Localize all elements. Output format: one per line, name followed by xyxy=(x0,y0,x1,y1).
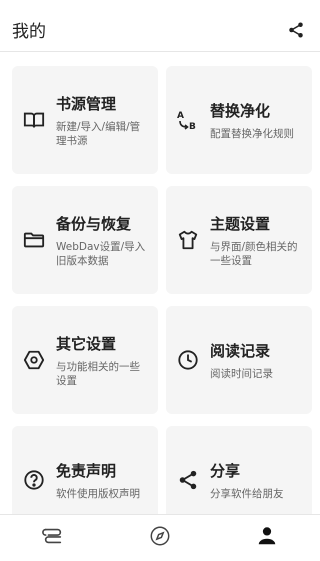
card-reading-record[interactable]: 阅读记录 阅读时间记录 xyxy=(166,306,312,414)
svg-text:A: A xyxy=(177,111,184,121)
settings-grid: 书源管理 新建/导入/编辑/管理书源 A B 替换净化 配置替换净化规则 xyxy=(10,66,310,514)
card-title: 其它设置 xyxy=(56,333,150,354)
card-share[interactable]: 分享 分享软件给朋友 xyxy=(166,426,312,514)
card-desc: 与界面/颜色相关的一些设置 xyxy=(210,240,304,268)
card-desc: WebDav设置/导入旧版本数据 xyxy=(56,240,150,268)
card-title: 阅读记录 xyxy=(210,340,304,361)
card-replace-rules[interactable]: A B 替换净化 配置替换净化规则 xyxy=(166,66,312,174)
page-title: 我的 xyxy=(12,17,46,42)
nav-item-my[interactable] xyxy=(237,515,297,561)
card-title: 免责声明 xyxy=(56,460,150,481)
card-title: 书源管理 xyxy=(56,93,150,114)
replace-ab-icon: A B xyxy=(174,108,202,132)
card-theme[interactable]: 主题设置 与界面/颜色相关的一些设置 xyxy=(166,186,312,294)
main-content: 书源管理 新建/导入/编辑/管理书源 A B 替换净化 配置替换净化规则 xyxy=(0,52,320,514)
bottom-navigation xyxy=(0,514,320,560)
card-desc: 分享软件给朋友 xyxy=(210,487,304,501)
folder-icon xyxy=(20,229,48,251)
question-icon xyxy=(20,469,48,491)
card-desc: 与功能相关的一些设置 xyxy=(56,360,150,388)
card-backup[interactable]: 备份与恢复 WebDav设置/导入旧版本数据 xyxy=(12,186,158,294)
share-icon[interactable] xyxy=(284,18,308,42)
card-disclaimer[interactable]: 免责声明 软件使用版权声明 xyxy=(12,426,158,514)
card-book-source[interactable]: 书源管理 新建/导入/编辑/管理书源 xyxy=(12,66,158,174)
card-title: 备份与恢复 xyxy=(56,213,150,234)
card-desc: 软件使用版权声明 xyxy=(56,487,150,501)
nav-item-bookshelf[interactable] xyxy=(23,515,83,561)
book-icon xyxy=(20,109,48,131)
hexagon-icon xyxy=(20,349,48,371)
status-bar xyxy=(0,0,320,8)
nav-item-discover[interactable] xyxy=(130,515,190,561)
app-bar: 我的 xyxy=(0,8,320,52)
card-desc: 阅读时间记录 xyxy=(210,367,304,381)
card-title: 主题设置 xyxy=(210,213,304,234)
card-desc: 配置替换净化规则 xyxy=(210,127,304,141)
person-icon xyxy=(256,525,278,551)
card-title: 替换净化 xyxy=(210,100,304,121)
card-title: 分享 xyxy=(210,460,304,481)
bookshelf-icon xyxy=(42,525,64,551)
card-other-settings[interactable]: 其它设置 与功能相关的一些设置 xyxy=(12,306,158,414)
tshirt-icon xyxy=(174,229,202,251)
card-desc: 新建/导入/编辑/管理书源 xyxy=(56,120,150,148)
share-icon xyxy=(174,469,202,491)
clock-icon xyxy=(174,349,202,371)
svg-text:B: B xyxy=(189,122,196,132)
compass-icon xyxy=(149,525,171,551)
